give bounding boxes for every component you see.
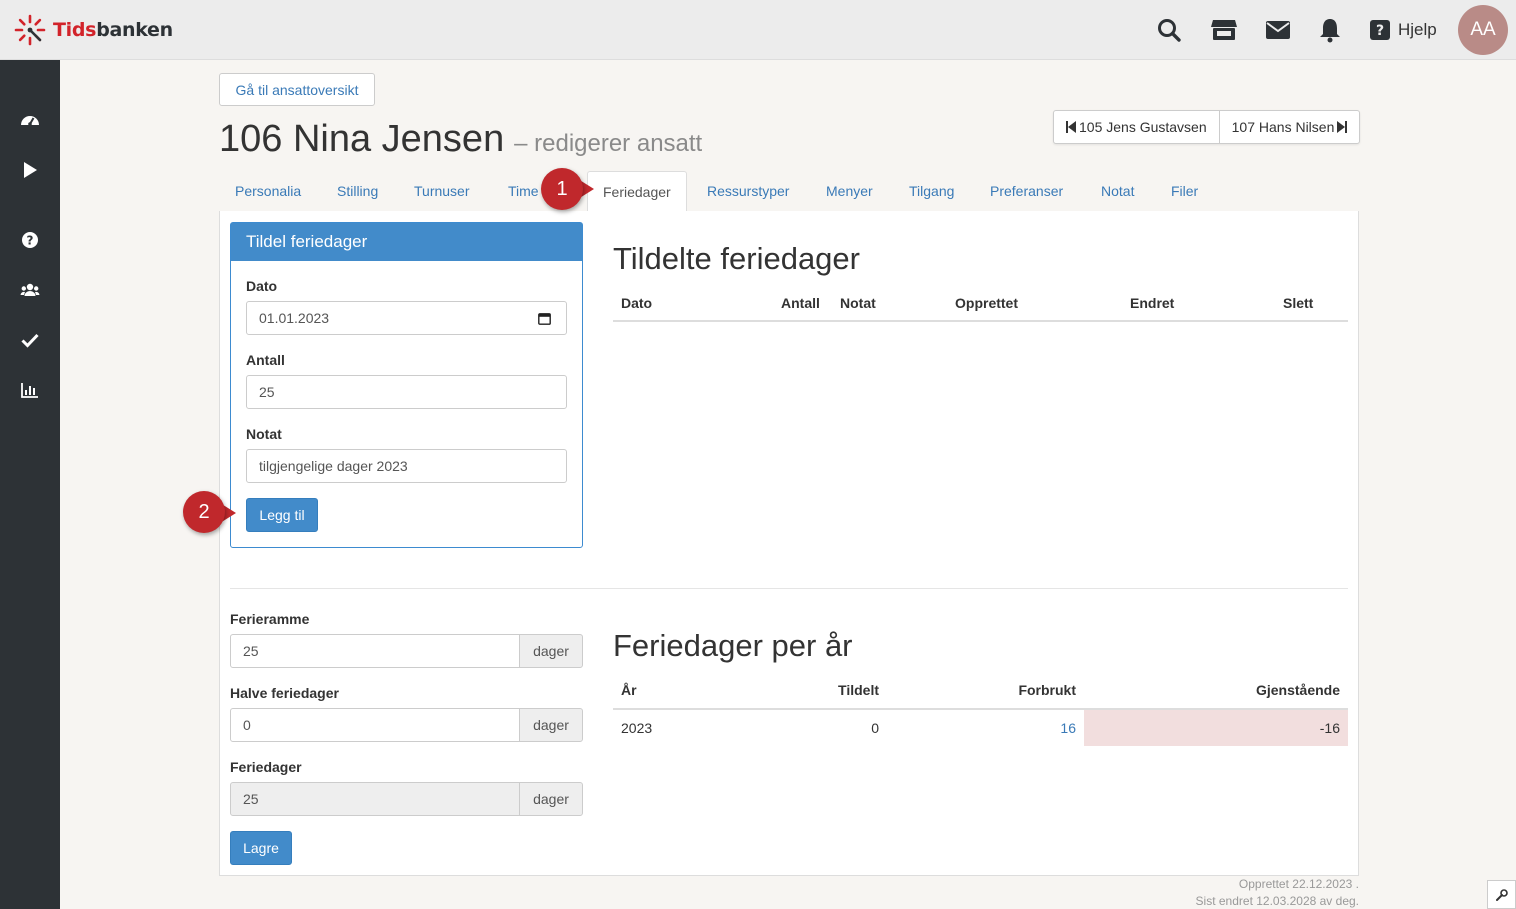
wrench-button[interactable] bbox=[1487, 880, 1516, 909]
tab-preferanser[interactable]: Preferanser bbox=[990, 171, 1063, 212]
created-info: Opprettet 22.12.2023 . bbox=[1238, 877, 1359, 891]
bar-chart-icon[interactable] bbox=[20, 380, 40, 400]
column-header-opprettet[interactable]: Opprettet bbox=[955, 295, 1018, 311]
date-label: Dato bbox=[246, 278, 278, 294]
vacation-frame-input[interactable]: 25 bbox=[230, 634, 520, 668]
note-input[interactable]: tilgjengelige dager 2023 bbox=[246, 449, 567, 483]
logo-icon bbox=[14, 14, 46, 46]
tab-ressurstyper[interactable]: Ressurstyper bbox=[707, 171, 789, 212]
tab-personalia[interactable]: Personalia bbox=[235, 171, 301, 212]
step-forward-icon bbox=[1337, 121, 1348, 133]
callout-badge-1: 1 bbox=[541, 168, 583, 210]
column-header-remaining: Gjenstående bbox=[1255, 682, 1340, 698]
row-assigned: 0 bbox=[871, 720, 879, 736]
column-header-dato[interactable]: Dato bbox=[621, 295, 652, 311]
logo-text: Tidsbanken bbox=[53, 19, 173, 41]
employee-name: 106 Nina Jensen bbox=[219, 118, 505, 160]
tab-time[interactable]: Time bbox=[508, 171, 539, 212]
calendar-icon[interactable] bbox=[538, 312, 551, 325]
tab-turnuser[interactable]: Turnuser bbox=[414, 171, 470, 212]
tab-stilling[interactable]: Stilling bbox=[337, 171, 378, 212]
column-header-notat[interactable]: Notat bbox=[840, 295, 876, 311]
next-employee-button[interactable]: 107 Hans Nilsen bbox=[1218, 111, 1360, 143]
count-label: Antall bbox=[246, 352, 285, 368]
page-subtitle: – redigerer ansatt bbox=[514, 130, 703, 157]
envelope-icon[interactable] bbox=[1264, 16, 1292, 44]
row-used-link[interactable]: 16 bbox=[1060, 720, 1076, 736]
date-value: 01.01.2023 bbox=[259, 310, 330, 326]
half-days-input[interactable]: 0 bbox=[230, 708, 520, 742]
add-button[interactable]: Legg til bbox=[246, 498, 318, 532]
top-navbar: Tidsbanken ? Hjelp AA bbox=[0, 0, 1516, 60]
assigned-vacation-heading: Tildelte feriedager bbox=[613, 241, 860, 276]
callout-badge-2: 2 bbox=[183, 491, 225, 533]
half-days-label: Halve feriedager bbox=[230, 685, 339, 701]
page-title: 106 Nina Jensen – redigerer ansatt bbox=[219, 118, 702, 161]
table-header-divider bbox=[613, 320, 1348, 322]
bell-icon[interactable] bbox=[1316, 16, 1344, 44]
check-icon[interactable] bbox=[20, 330, 40, 350]
step-backward-icon bbox=[1066, 121, 1076, 133]
tab-filer[interactable]: Filer bbox=[1171, 171, 1198, 212]
dashboard-icon[interactable] bbox=[20, 110, 40, 130]
sidebar: ? bbox=[0, 60, 60, 909]
question-circle-icon[interactable]: ? bbox=[20, 230, 40, 250]
save-button[interactable]: Lagre bbox=[230, 831, 292, 865]
column-header-antall[interactable]: Antall bbox=[781, 295, 820, 311]
previous-employee-label: 105 Jens Gustavsen bbox=[1079, 119, 1207, 135]
logo-text-part1: Tids bbox=[53, 19, 97, 41]
store-icon[interactable] bbox=[1210, 16, 1238, 44]
vacation-days-input: 25 bbox=[230, 782, 520, 816]
count-input[interactable]: 25 bbox=[246, 375, 567, 409]
tab-feriedager[interactable]: Feriedager bbox=[587, 171, 687, 213]
remaining-cell-highlight bbox=[1084, 710, 1348, 746]
note-label: Notat bbox=[246, 426, 282, 442]
employee-navigation: 105 Jens Gustavsen 107 Hans Nilsen bbox=[1053, 110, 1361, 144]
next-employee-label: 107 Hans Nilsen bbox=[1231, 119, 1335, 135]
vacation-frame-unit: dager bbox=[519, 634, 583, 668]
users-icon[interactable] bbox=[20, 280, 40, 300]
question-icon: ? bbox=[1370, 20, 1390, 40]
user-avatar[interactable]: AA bbox=[1458, 5, 1508, 55]
date-input[interactable]: 01.01.2023 bbox=[246, 301, 567, 335]
column-header-year: År bbox=[621, 682, 637, 698]
row-year: 2023 bbox=[621, 720, 653, 736]
vacation-days-unit: dager bbox=[519, 782, 583, 816]
column-header-used: Forbrukt bbox=[1018, 682, 1076, 698]
logo[interactable]: Tidsbanken bbox=[14, 14, 173, 46]
search-icon[interactable] bbox=[1155, 16, 1183, 44]
tab-bar: Personalia Stilling Turnuser Time Feried… bbox=[219, 171, 1359, 213]
wrench-icon bbox=[1495, 888, 1508, 901]
help-menu[interactable]: ? Hjelp bbox=[1370, 16, 1437, 44]
tab-menyer[interactable]: Menyer bbox=[826, 171, 873, 212]
section-divider bbox=[230, 588, 1348, 589]
back-to-employees-button[interactable]: Gå til ansattoversikt bbox=[219, 73, 375, 106]
tab-notat[interactable]: Notat bbox=[1101, 171, 1134, 212]
help-label: Hjelp bbox=[1398, 20, 1437, 39]
svg-text:?: ? bbox=[27, 234, 34, 248]
column-header-slett: Slett bbox=[1283, 295, 1314, 311]
vacation-frame-label: Ferieramme bbox=[230, 611, 310, 627]
play-icon[interactable] bbox=[20, 160, 40, 180]
vacation-days-label: Feriedager bbox=[230, 759, 302, 775]
half-days-unit: dager bbox=[519, 708, 583, 742]
column-header-assigned: Tildelt bbox=[838, 682, 879, 698]
vacation-per-year-heading: Feriedager per år bbox=[613, 628, 853, 663]
tab-tilgang[interactable]: Tilgang bbox=[909, 171, 954, 212]
column-header-endret[interactable]: Endret bbox=[1130, 295, 1174, 311]
previous-employee-button[interactable]: 105 Jens Gustavsen bbox=[1054, 111, 1219, 143]
row-remaining: -16 bbox=[1319, 720, 1340, 736]
assign-vacation-heading: Tildel feriedager bbox=[231, 223, 582, 261]
svg-text:?: ? bbox=[1376, 23, 1384, 39]
logo-text-part2: banken bbox=[96, 19, 173, 41]
modified-info: Sist endret 12.03.2028 av deg. bbox=[1195, 894, 1359, 908]
